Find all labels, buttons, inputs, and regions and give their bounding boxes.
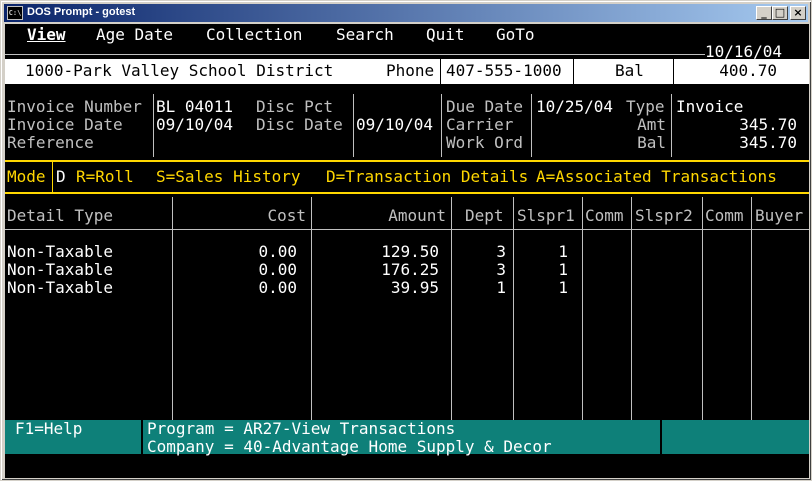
divider — [441, 94, 442, 157]
divider — [531, 94, 532, 157]
header-slspr2: Slspr2 — [635, 206, 693, 225]
account-name: 1000-Park Valley School District — [25, 61, 334, 80]
row-dept: 1 — [496, 278, 506, 297]
menu-search[interactable]: Search — [336, 26, 394, 44]
row-amount: 129.50 — [381, 242, 439, 261]
console-screen: View Age Date Collection Search Quit GoT… — [5, 24, 809, 478]
invoice-date-value: 09/10/04 — [156, 115, 234, 134]
header-dept: Dept — [465, 206, 504, 225]
disc-date-value: 09/10/04 — [356, 115, 434, 134]
row-amount: 176.25 — [381, 260, 439, 279]
col-divider — [702, 197, 703, 420]
header-cost: Cost — [267, 206, 306, 225]
row-slspr1: 1 — [558, 242, 568, 261]
divider — [153, 94, 154, 157]
amt-label: Amt — [637, 115, 666, 134]
divider — [573, 59, 574, 84]
work-ord-label: Work Ord — [446, 133, 524, 152]
header-comm1: Comm — [585, 206, 624, 225]
col-divider — [751, 197, 752, 420]
menu-divider — [5, 54, 705, 55]
divider — [353, 94, 354, 157]
close-button[interactable]: × — [790, 6, 806, 20]
divider — [673, 59, 674, 84]
maximize-button[interactable]: □ — [772, 6, 788, 20]
col-divider — [311, 197, 312, 420]
menu-view[interactable]: View — [27, 26, 66, 44]
row-detail-type: Non-Taxable — [7, 260, 113, 279]
menu-age-date[interactable]: Age Date — [96, 26, 173, 44]
invoice-date-label: Invoice Date — [7, 115, 123, 134]
row-dept: 3 — [496, 260, 506, 279]
mode-option-sales-history[interactable]: S=Sales History — [156, 168, 301, 186]
dos-prompt-icon[interactable]: C:\ — [7, 6, 23, 20]
invoice-number-label: Invoice Number — [7, 97, 142, 116]
header-slspr1: Slspr1 — [517, 206, 575, 225]
menu-collection[interactable]: Collection — [206, 26, 302, 44]
bal-label: Bal — [637, 133, 666, 152]
due-date-label: Due Date — [446, 97, 524, 116]
mode-option-roll[interactable]: R=Roll — [76, 168, 134, 186]
due-date-value: 10/25/04 — [536, 97, 614, 116]
carrier-label: Carrier — [446, 115, 514, 134]
divider — [440, 59, 441, 84]
col-divider — [631, 197, 632, 420]
reference-label: Reference — [7, 133, 94, 152]
row-cost: 0.00 — [258, 260, 297, 279]
row-cost: 0.00 — [258, 278, 297, 297]
row-dept: 3 — [496, 242, 506, 261]
disc-pct-label: Disc Pct — [256, 97, 334, 116]
col-divider — [172, 197, 173, 420]
account-bal-label: Bal — [615, 61, 644, 80]
header-divider — [5, 229, 809, 230]
company-text: Company = 40-Advantage Home Supply & Dec… — [147, 437, 552, 456]
mode-bar: Mode D R=Roll S=Sales History D=Transact… — [5, 160, 809, 194]
mode-value[interactable]: D — [56, 168, 66, 186]
program-text: Program = AR27-View Transactions — [147, 419, 456, 438]
row-amount: 39.95 — [390, 278, 439, 297]
disc-date-label: Disc Date — [256, 115, 343, 134]
mode-label: Mode — [7, 167, 46, 186]
bal-value: 345.70 — [739, 133, 797, 152]
window-title: DOS Prompt - gotest — [27, 6, 136, 18]
divider — [671, 94, 672, 157]
phone-label: Phone — [386, 61, 435, 80]
header-comm2: Comm — [705, 206, 744, 225]
header-detail-type: Detail Type — [7, 206, 113, 225]
help-text: F1=Help — [15, 419, 83, 438]
col-divider — [582, 197, 583, 420]
account-panel: 1000-Park Valley School District Phone 4… — [5, 59, 809, 84]
type-label: Type — [626, 97, 665, 116]
menu-quit[interactable]: Quit — [426, 26, 465, 44]
header-buyer: Buyer — [755, 206, 804, 225]
header-amount: Amount — [388, 206, 446, 225]
menu-goto[interactable]: GoTo — [496, 26, 535, 44]
title-bar[interactable]: C:\ DOS Prompt - gotest _ □ × — [4, 4, 808, 22]
mode-option-transaction-details[interactable]: D=Transaction Details — [326, 168, 528, 186]
status-footer: F1=Help Program = AR27-View Transactions… — [5, 420, 809, 478]
col-divider — [451, 197, 452, 420]
amt-value: 345.70 — [739, 115, 797, 134]
menu-bar: View Age Date Collection Search Quit GoT… — [5, 24, 809, 48]
row-slspr1: 1 — [558, 260, 568, 279]
col-divider — [513, 197, 514, 420]
minimize-button[interactable]: _ — [756, 6, 772, 20]
dos-window: C:\ DOS Prompt - gotest _ □ × View Age D… — [0, 0, 812, 481]
status-box — [662, 420, 809, 454]
row-slspr1: 1 — [558, 278, 568, 297]
type-value: Invoice — [676, 97, 744, 116]
invoice-number-value: BL 04011 — [156, 97, 234, 116]
row-detail-type: Non-Taxable — [7, 242, 113, 261]
row-detail-type: Non-Taxable — [7, 278, 113, 297]
divider — [52, 162, 53, 192]
phone-value: 407-555-1000 — [446, 61, 562, 80]
account-bal-value: 400.70 — [719, 61, 777, 80]
help-box[interactable]: F1=Help — [5, 420, 141, 454]
row-cost: 0.00 — [258, 242, 297, 261]
program-info-box: Program = AR27-View Transactions Company… — [143, 419, 660, 456]
mode-option-associated-transactions[interactable]: A=Associated Transactions — [536, 168, 777, 186]
